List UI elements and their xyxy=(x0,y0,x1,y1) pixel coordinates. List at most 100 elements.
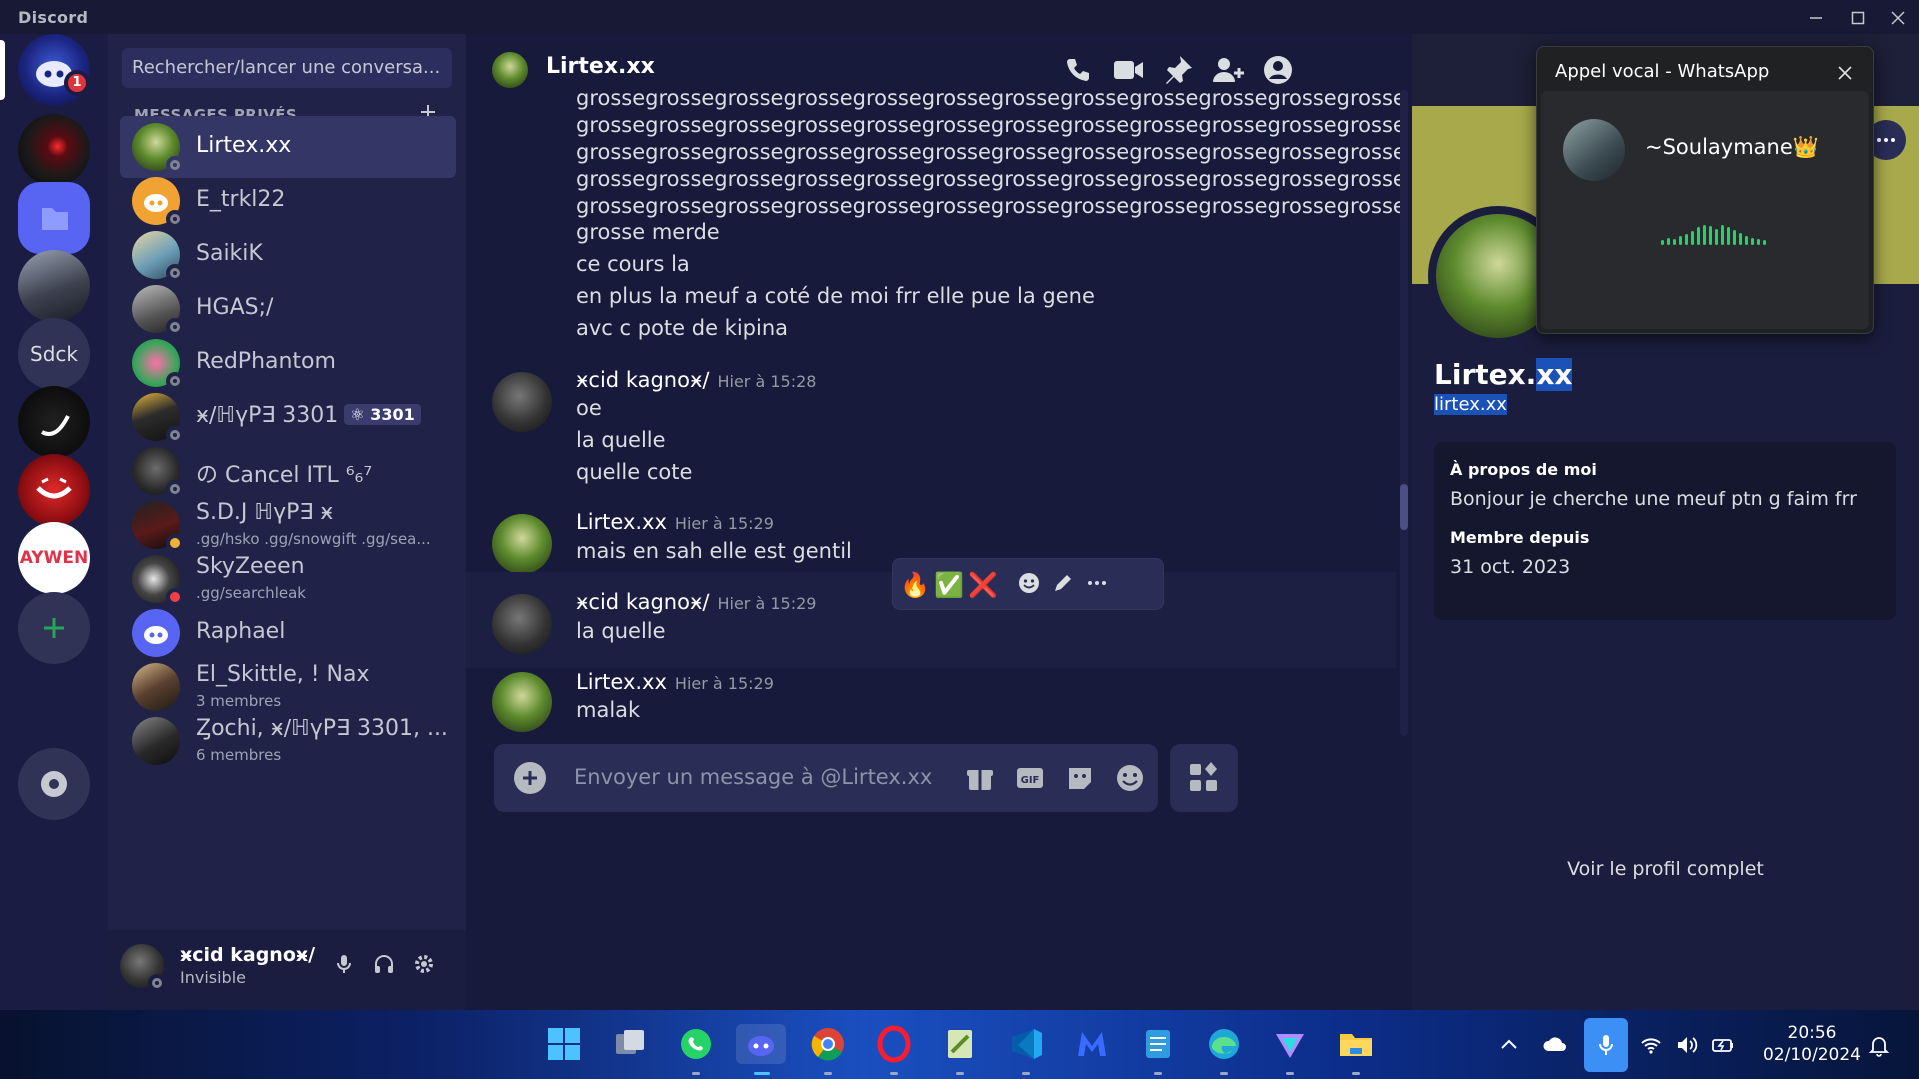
waveform-bar xyxy=(1763,240,1766,245)
sticker-button[interactable] xyxy=(1062,760,1098,796)
message-input[interactable]: Envoyer un message à @Lirtex.xx xyxy=(574,765,932,789)
dm-item[interactable]: Raphael xyxy=(120,602,456,664)
video-call-button[interactable] xyxy=(1108,50,1148,90)
reaction-fire-button[interactable]: 🔥 xyxy=(899,569,931,601)
server-group-photo[interactable] xyxy=(18,250,90,322)
dm-item[interactable]: Lirtex.xx xyxy=(120,116,456,178)
taskbar-malwarebytes[interactable] xyxy=(1072,1024,1112,1064)
title-bar: Discord xyxy=(0,0,1919,34)
taskbar-chrome[interactable] xyxy=(808,1024,848,1064)
dm-item[interactable]: RedPhantom xyxy=(120,332,456,394)
running-indicator xyxy=(956,1072,964,1075)
avatar[interactable] xyxy=(492,514,552,574)
chat-scrollbar-thumb[interactable] xyxy=(1400,484,1408,530)
more-options-button[interactable] xyxy=(1081,569,1113,601)
maximize-button[interactable] xyxy=(1836,0,1880,34)
add-friends-to-dm-button[interactable] xyxy=(1208,50,1248,90)
waveform-bar xyxy=(1703,225,1706,245)
taskbar-edge[interactable] xyxy=(1204,1024,1244,1064)
add-reaction-button[interactable] xyxy=(1013,569,1045,601)
apps-button[interactable] xyxy=(1170,744,1238,812)
waveform-bar xyxy=(1691,231,1694,245)
microphone-in-use-button[interactable] xyxy=(1584,1018,1628,1072)
server-folder[interactable] xyxy=(18,182,90,254)
edit-message-button[interactable] xyxy=(1047,569,1079,601)
taskbar-file-explorer[interactable] xyxy=(1336,1024,1376,1064)
message-timestamp: Hier à 15:29 xyxy=(674,674,774,693)
voice-call-button[interactable] xyxy=(1058,50,1098,90)
settings-button[interactable] xyxy=(408,952,440,984)
dm-item[interactable]: Ȥochi, ӿ∕ℍүΡ∃ 3301, ... 6 membres xyxy=(120,710,456,772)
server-sdck[interactable]: Sdck xyxy=(18,318,90,390)
wifi-button[interactable] xyxy=(1638,1032,1664,1058)
server-smile-dark[interactable] xyxy=(18,386,90,458)
clock[interactable]: 20:56 02/10/2024 xyxy=(1762,1022,1862,1066)
taskbar-app-triangle[interactable] xyxy=(1270,1024,1310,1064)
message-timestamp: Hier à 15:28 xyxy=(717,372,817,391)
search-input[interactable]: Rechercher/lancer une conversa... xyxy=(122,48,452,88)
call-body: ~Soulaymane👑 xyxy=(1541,91,1869,329)
volume-button[interactable] xyxy=(1674,1032,1700,1058)
gif-button[interactable]: GIF xyxy=(1012,760,1048,796)
close-icon xyxy=(1838,65,1852,80)
dm-item[interactable]: HGAS;/ xyxy=(120,278,456,340)
dm-item[interactable]: の Cancel ITL ⁶₆⁷ xyxy=(120,440,456,502)
waveform-bar xyxy=(1697,227,1700,245)
taskbar-opera[interactable] xyxy=(874,1024,914,1064)
reaction-cross-button[interactable]: ❌ xyxy=(967,569,999,601)
dm-name: El_Skittle, ! Nax xyxy=(196,662,370,687)
start-button[interactable] xyxy=(544,1024,584,1064)
show-hidden-icons-button[interactable] xyxy=(1496,1032,1522,1058)
dm-name: E_trkl22 xyxy=(196,187,286,212)
plus-circle-icon xyxy=(523,771,537,785)
running-indicator xyxy=(692,1072,700,1075)
popup-close-button[interactable] xyxy=(1829,55,1861,87)
dm-item[interactable]: El_Skittle, ! Nax 3 membres xyxy=(120,656,456,718)
microphone-button[interactable] xyxy=(328,952,360,984)
waveform-bar xyxy=(1757,239,1760,245)
running-indicator xyxy=(890,1072,898,1075)
headset-button[interactable] xyxy=(368,952,400,984)
chrome-icon xyxy=(811,1028,844,1061)
gift-button[interactable] xyxy=(962,760,998,796)
discord-default-avatar-icon xyxy=(144,626,168,644)
taskbar-notepad[interactable] xyxy=(1138,1024,1178,1064)
user-profile-toggle-button[interactable] xyxy=(1258,50,1298,90)
group-avatar xyxy=(132,717,180,765)
discover-button[interactable] xyxy=(18,748,90,820)
view-full-profile-link[interactable]: Voir le profil complet xyxy=(1412,858,1919,880)
avatar[interactable] xyxy=(492,672,552,732)
close-window-button[interactable] xyxy=(1876,0,1919,34)
task-view-button[interactable] xyxy=(610,1024,650,1064)
message-line: en plus la meuf a coté de moi frr elle p… xyxy=(576,284,1095,308)
reaction-check-button[interactable]: ✅ xyxy=(933,569,965,601)
add-server-button[interactable] xyxy=(18,592,90,664)
taskbar-discord[interactable] xyxy=(736,1024,786,1064)
dm-item[interactable]: SaikiK xyxy=(120,224,456,286)
server-red-eye[interactable] xyxy=(18,114,90,186)
message-line: grosse merde xyxy=(576,220,720,244)
minimize-button[interactable] xyxy=(1794,0,1838,34)
taskbar-whatsapp[interactable] xyxy=(676,1024,716,1064)
server-red-smile[interactable] xyxy=(18,454,90,526)
waveform-bar xyxy=(1745,236,1748,245)
server-aywen[interactable]: AYWEN xyxy=(18,522,90,594)
avatar[interactable] xyxy=(492,594,552,654)
dm-item[interactable]: S.D.J ℍүΡ∃ ӿ .gg/hsko .gg/snowgift .gg/s… xyxy=(120,494,456,556)
notifications-button[interactable] xyxy=(1866,1032,1892,1058)
dm-item[interactable]: SkyZeeen .gg/searchleak xyxy=(120,548,456,610)
battery-button[interactable] xyxy=(1710,1032,1736,1058)
taskbar-vscode[interactable] xyxy=(1006,1024,1046,1064)
onedrive-button[interactable] xyxy=(1542,1032,1568,1058)
profile-icon xyxy=(1264,56,1292,84)
emoji-button[interactable] xyxy=(1112,760,1148,796)
chat-scrollbar-track[interactable] xyxy=(1400,90,1408,736)
cloud-icon xyxy=(1543,1037,1566,1051)
upload-button[interactable] xyxy=(514,762,546,794)
dm-item[interactable]: ӿ∕ℍүΡ∃ 3301 ⚛ 3301 xyxy=(120,386,456,448)
avatar[interactable] xyxy=(492,372,552,432)
clock-time: 20:56 xyxy=(1787,1023,1837,1043)
taskbar-notepadpp[interactable] xyxy=(940,1024,980,1064)
pinned-messages-button[interactable] xyxy=(1158,50,1198,90)
dm-item[interactable]: E_trkl22 xyxy=(120,170,456,232)
